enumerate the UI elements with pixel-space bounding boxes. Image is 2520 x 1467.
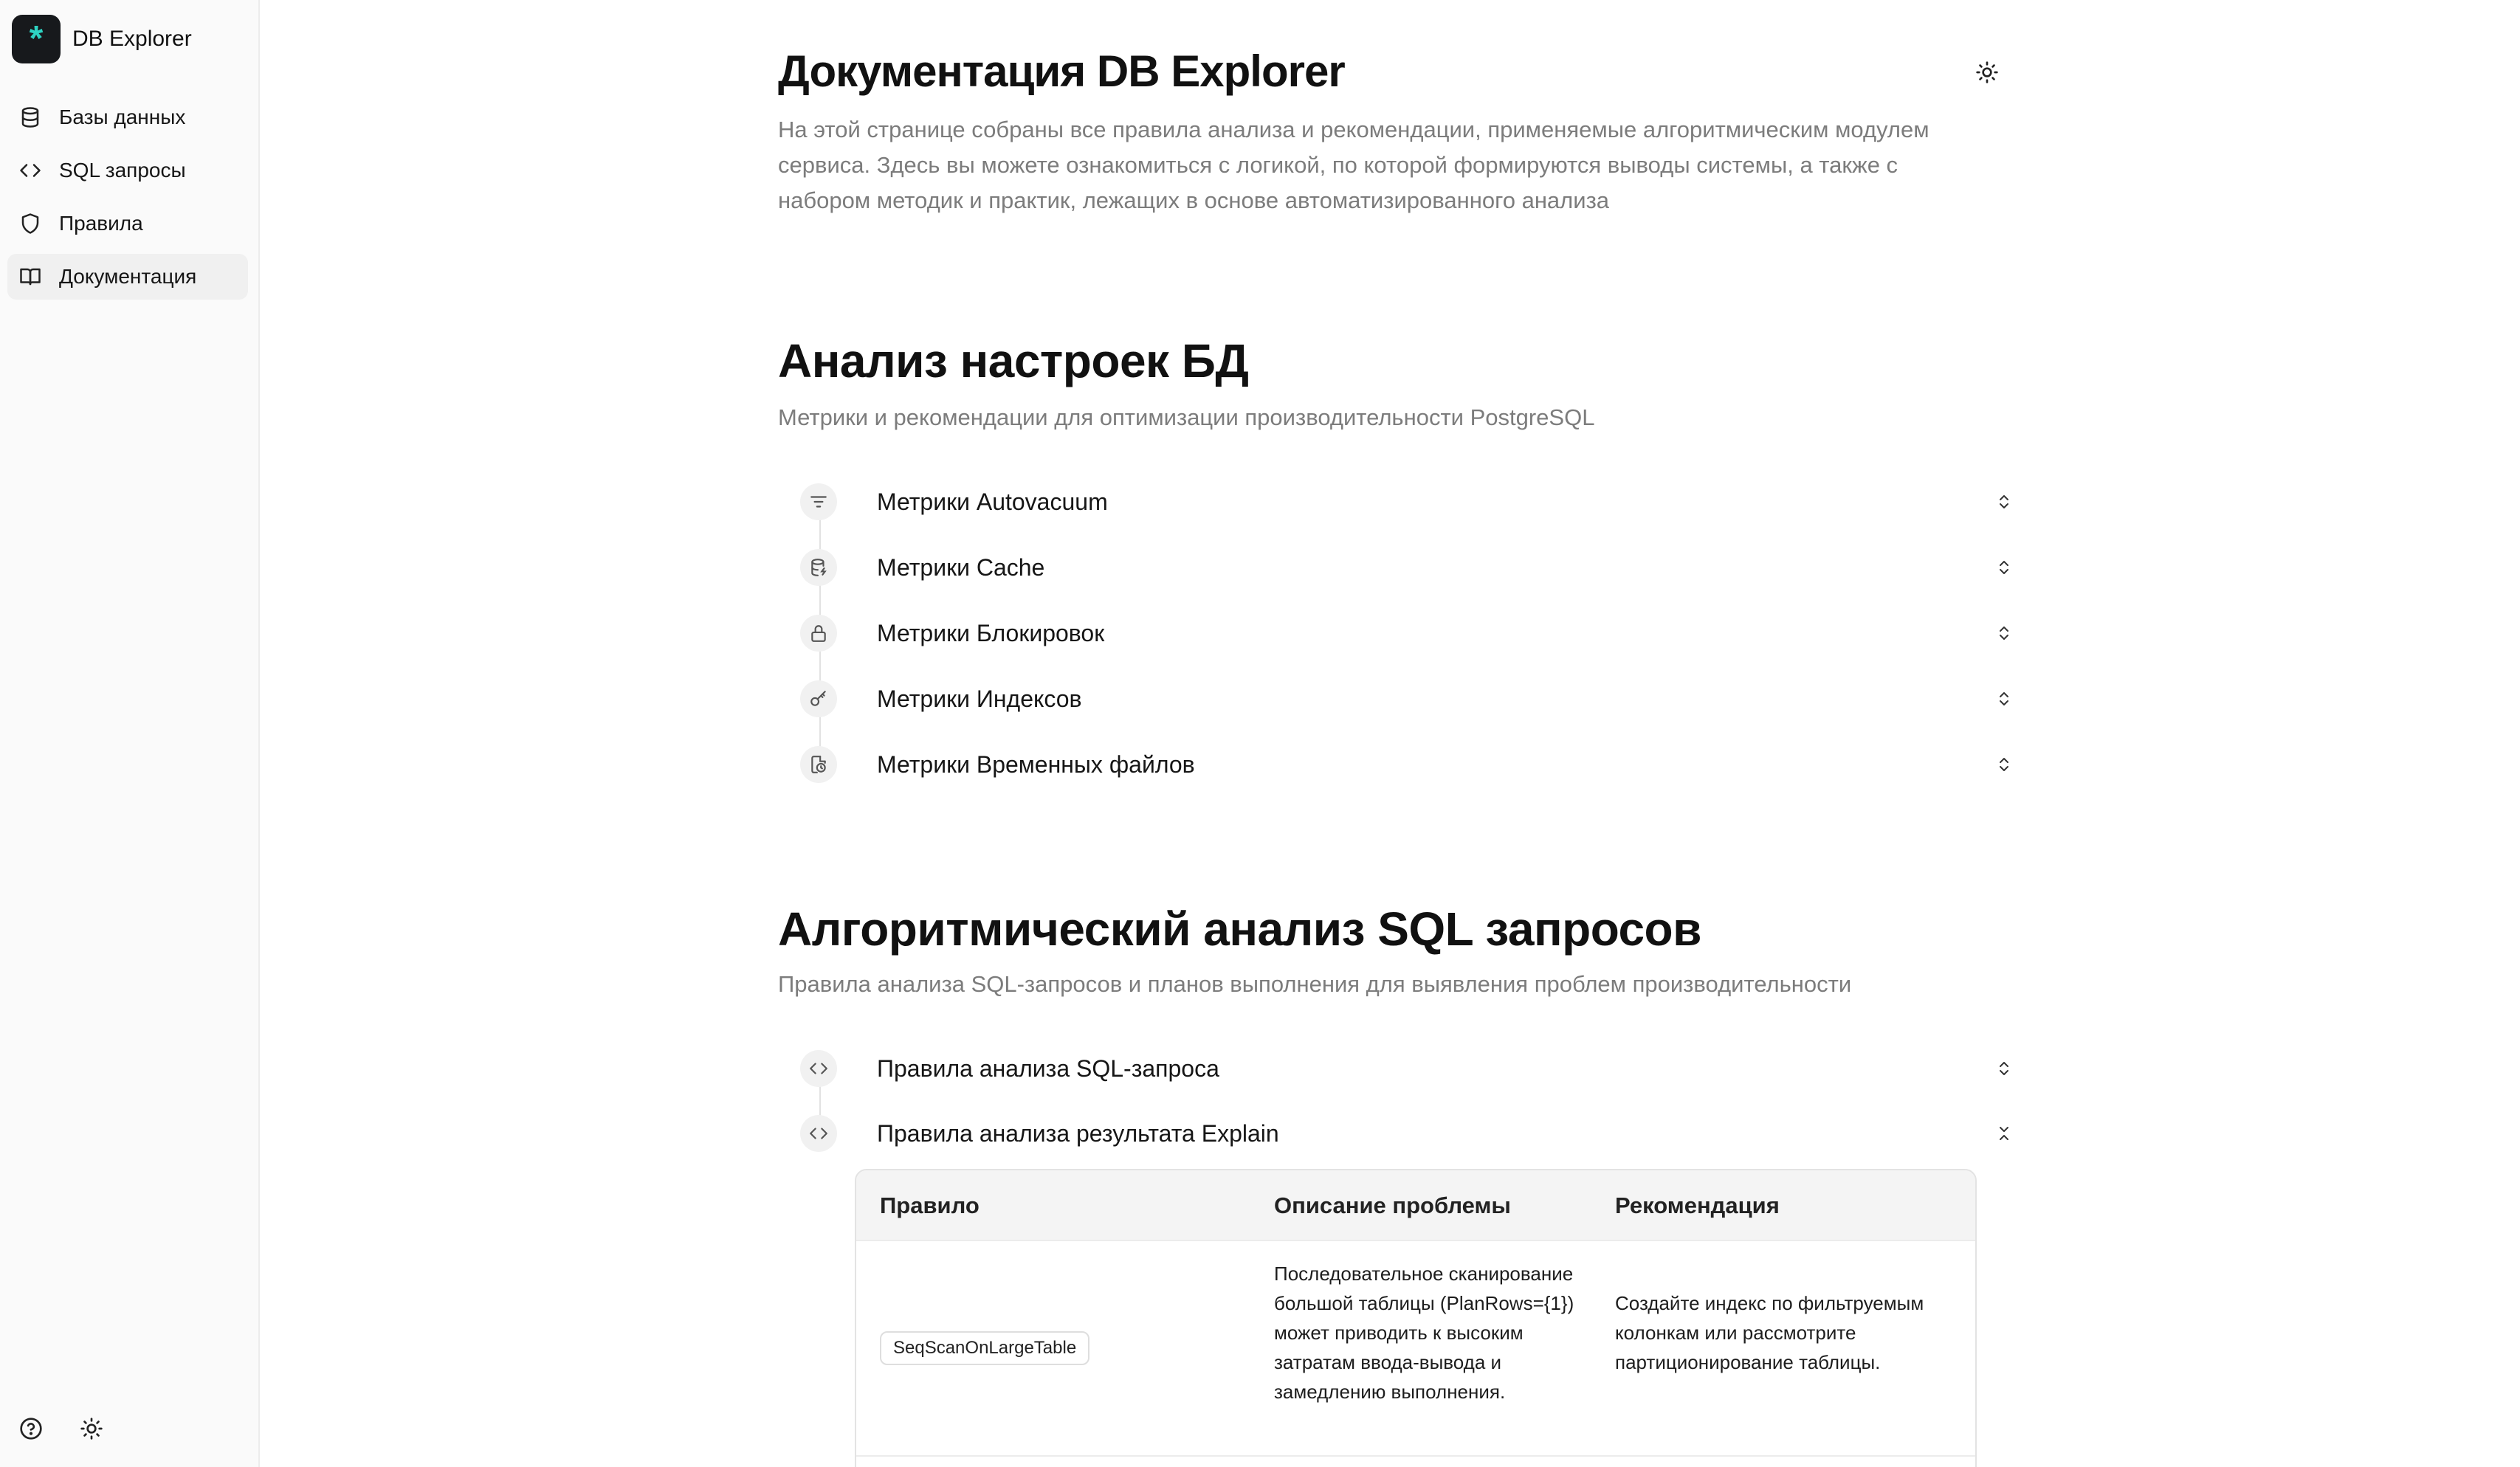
rule-badge: SeqScanOnLargeTable: [880, 1331, 1090, 1365]
help-icon[interactable]: [18, 1415, 44, 1442]
accordion-item-temp-files[interactable]: Метрики Временных файлов: [800, 742, 2018, 787]
section-title-db-settings: Анализ настроек БД: [778, 334, 1249, 387]
accordion-label: Правила анализа SQL-запроса: [877, 1054, 1219, 1082]
accordion-item-explain-rules[interactable]: Правила анализа результата Explain: [800, 1111, 2018, 1156]
accordion-item-cache[interactable]: Метрики Cache: [800, 545, 2018, 590]
accordion-label: Метрики Autovacuum: [877, 488, 1108, 515]
section-title-sql-analysis: Алгоритмический анализ SQL запросов: [778, 902, 1701, 956]
chevrons-up-down-icon: [1991, 555, 2017, 580]
page-description: На этой странице собраны все правила ана…: [778, 117, 1929, 213]
chevrons-up-down-icon: [1991, 489, 2017, 514]
shield-icon: [18, 211, 43, 236]
column-header-recommendation: Рекомендация: [1615, 1192, 1780, 1218]
accordion-item-locks[interactable]: Метрики Блокировок: [800, 611, 2018, 655]
accordion-item-indexes[interactable]: Метрики Индексов: [800, 677, 2018, 721]
accordion-label: Метрики Временных файлов: [877, 750, 1195, 778]
accordion-item-autovacuum[interactable]: Метрики Autovacuum: [800, 480, 2018, 524]
accordion-label: Метрики Cache: [877, 553, 1045, 581]
chevrons-up-down-icon: [1991, 686, 2017, 711]
file-clock-icon: [800, 746, 837, 783]
app-name: DB Explorer: [72, 27, 192, 51]
accordion-label: Метрики Индексов: [877, 685, 1082, 712]
table-header: Правило Описание проблемы Рекомендация: [856, 1170, 1975, 1241]
code-icon: [800, 1050, 837, 1087]
recommendation-cell: Создайте индекс по фильтруемым колонкам …: [1615, 1292, 1924, 1373]
code-icon: [18, 158, 43, 183]
table-row: SeqScanOnLargeTable Последовательное ска…: [856, 1241, 1975, 1457]
sun-icon[interactable]: [78, 1415, 105, 1442]
code-icon: [800, 1115, 837, 1152]
book-icon: [18, 264, 43, 289]
accordion-label: Метрики Блокировок: [877, 619, 1105, 646]
sidebar-item-label: SQL запросы: [59, 159, 186, 182]
column-header-rule: Правило: [880, 1192, 980, 1218]
sidebar-item-docs[interactable]: Документация: [7, 254, 248, 300]
database-zap-icon: [800, 549, 837, 586]
section-subtitle: Метрики и рекомендации для оптимизации п…: [778, 404, 1595, 430]
sidebar: * DB Explorer Базы данных SQL запросы Пр…: [0, 0, 260, 1467]
key-icon: [800, 680, 837, 717]
brand[interactable]: * DB Explorer: [12, 15, 192, 63]
sidebar-footer: [18, 1415, 105, 1442]
page-title: Документация DB Explorer: [778, 46, 1346, 96]
app-logo: *: [12, 15, 61, 63]
problem-cell: Последовательное сканирование большой та…: [1274, 1263, 1574, 1403]
sidebar-item-rules[interactable]: Правила: [7, 201, 248, 246]
chevrons-up-down-icon: [1991, 621, 2017, 646]
database-icon: [18, 105, 43, 130]
chevrons-down-up-icon: [1991, 1121, 2017, 1146]
sidebar-item-databases[interactable]: Базы данных: [7, 94, 248, 140]
sidebar-item-label: Базы данных: [59, 106, 186, 128]
chevrons-up-down-icon: [1991, 752, 2017, 777]
accordion-label: Правила анализа результата Explain: [877, 1119, 1279, 1147]
row-divider: [856, 1455, 1975, 1457]
sidebar-item-label: Документация: [59, 265, 197, 288]
lock-icon: [800, 615, 837, 652]
filter-icon: [800, 483, 837, 520]
sidebar-item-label: Правила: [59, 212, 143, 235]
sun-icon[interactable]: [1974, 59, 2000, 86]
column-header-problem: Описание проблемы: [1274, 1192, 1511, 1218]
sidebar-nav: Базы данных SQL запросы Правила Документ…: [7, 94, 248, 307]
explain-rules-table: Правило Описание проблемы Рекомендация S…: [855, 1169, 1977, 1467]
sidebar-item-sql[interactable]: SQL запросы: [7, 148, 248, 193]
accordion-item-sql-rules[interactable]: Правила анализа SQL-запроса: [800, 1046, 2018, 1091]
section-subtitle: Правила анализа SQL-запросов и планов вы…: [778, 971, 1852, 997]
chevrons-up-down-icon: [1991, 1056, 2017, 1081]
